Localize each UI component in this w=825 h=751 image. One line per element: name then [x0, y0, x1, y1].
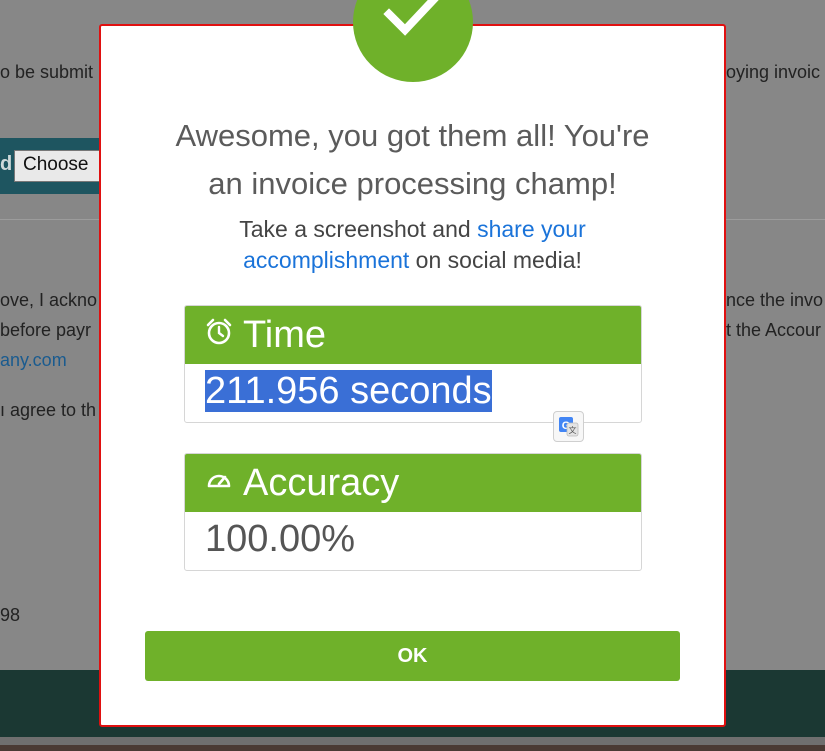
alarm-clock-icon [205, 306, 233, 363]
time-card: Time 211.956 seconds [184, 305, 642, 423]
time-value: 211.956 seconds [205, 370, 492, 412]
checkmark-icon [383, 0, 439, 36]
accuracy-card-header: Accuracy [185, 454, 641, 512]
google-translate-icon[interactable]: G 文 [553, 411, 584, 442]
bg-text-number: 98 [0, 605, 21, 625]
svg-text:文: 文 [569, 425, 577, 435]
ok-button[interactable]: OK [145, 631, 680, 681]
bg-text-ack-right: nce the invo [726, 290, 824, 310]
time-label: Time [243, 314, 327, 356]
subtitle-text-after: on social media! [409, 247, 582, 273]
modal-title-text: Awesome, you got them all! You're an inv… [175, 118, 650, 201]
accuracy-card: Accuracy 100.00% [184, 453, 642, 571]
speedometer-icon [205, 454, 233, 511]
bg-bottom-strip [0, 745, 825, 751]
subtitle-text-before: Take a screenshot and [239, 216, 478, 242]
bg-text-pay: before payr [0, 320, 92, 340]
bg-text-line1-right: oying invoic [726, 62, 821, 82]
bg-text-ack: ove, I ackno [0, 290, 98, 310]
bg-text-agree: ı agree to th [0, 400, 97, 420]
accuracy-label: Accuracy [243, 462, 400, 504]
modal-title: Awesome, you got them all! You're an inv… [0, 112, 825, 208]
time-value-row: 211.956 seconds [185, 366, 641, 416]
bg-email-link[interactable]: any.com [0, 350, 67, 371]
bg-text-line1: o be submit [0, 62, 94, 82]
modal-subtitle: Take a screenshot and share your accompl… [0, 214, 825, 276]
accuracy-value: 100.00% [205, 518, 356, 560]
time-card-header: Time [185, 306, 641, 364]
bg-text-pay-right: t the Accour [726, 320, 822, 340]
